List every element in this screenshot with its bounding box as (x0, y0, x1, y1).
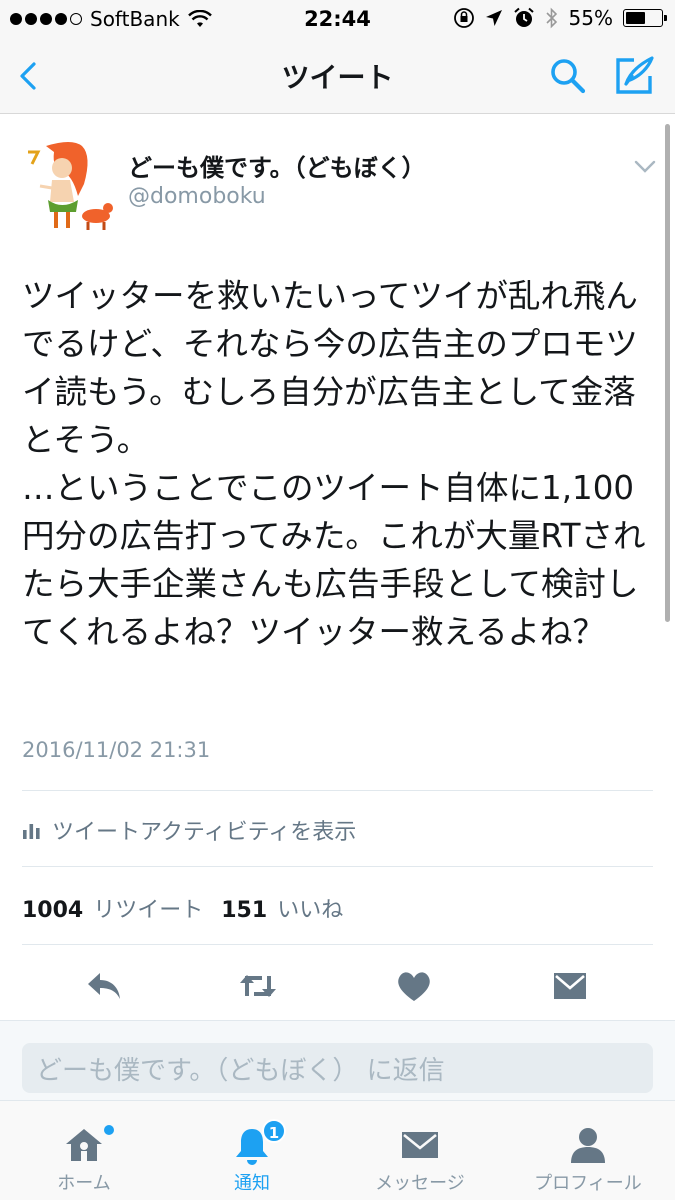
retweet-count[interactable]: 1004 (22, 898, 83, 923)
tweet-text: ツイッターを救いたいってツイが乱れ飛んでるけど、それなら今の広告主のプロモツイ読… (22, 277, 646, 651)
tab-home[interactable]: ホーム (0, 1101, 168, 1200)
like-label[interactable]: いいね (277, 892, 343, 924)
envelope-icon (402, 1132, 438, 1158)
activity-label: ツイートアクティビティを表示 (52, 820, 357, 845)
search-icon[interactable] (548, 56, 588, 96)
location-icon (485, 10, 502, 26)
like-heart-icon[interactable] (394, 969, 434, 1003)
chevron-down-icon[interactable] (634, 160, 656, 174)
tab-profile[interactable]: プロフィール (504, 1101, 672, 1200)
tab-label: プロフィール (534, 1173, 642, 1194)
divider (22, 866, 653, 867)
battery-icon (623, 9, 667, 27)
person-icon (571, 1128, 605, 1163)
user-display-name[interactable]: どーも僕です。（どもぼく） (128, 148, 426, 183)
tweet-activity-link[interactable]: ツイートアクティビティを表示 (22, 814, 356, 846)
reply-bar: どーも僕です。（どもぼく） に返信 (0, 1020, 675, 1100)
navigation-bar: ツイート (0, 38, 675, 114)
tab-label: 通知 (234, 1173, 270, 1194)
status-bar: SoftBank 22:44 55% (0, 0, 675, 38)
divider (22, 790, 653, 791)
retweet-icon[interactable] (238, 969, 278, 1003)
notification-badge: 1 (262, 1119, 286, 1143)
reply-input[interactable]: どーも僕です。（どもぼく） に返信 (22, 1043, 653, 1093)
bluetooth-icon (545, 7, 557, 29)
tab-bar: ホーム 1 通知 メッセージ プロフィール (0, 1100, 675, 1200)
like-count[interactable]: 151 (221, 898, 267, 923)
bar-chart-icon (23, 824, 40, 839)
share-envelope-icon[interactable] (550, 969, 590, 1003)
retweet-label[interactable]: リツイート (93, 892, 203, 924)
user-handle[interactable]: @domoboku (128, 184, 266, 209)
battery-percent: 55% (568, 6, 613, 30)
tab-messages[interactable]: メッセージ (336, 1101, 504, 1200)
scrollbar[interactable] (665, 124, 670, 622)
tweet-timestamp: 2016/11/02 21:31 (22, 738, 211, 762)
reply-icon[interactable] (84, 969, 124, 1003)
tweet-detail: どーも僕です。（どもぼく） @domoboku ツイッターを救いたいってツイが乱… (0, 114, 675, 1020)
alarm-icon (513, 7, 534, 27)
tab-label: ホーム (57, 1173, 111, 1194)
orientation-lock-icon (453, 8, 474, 28)
new-content-dot (104, 1125, 114, 1135)
compose-tweet-icon[interactable] (612, 54, 656, 98)
divider (22, 944, 653, 945)
tab-notifications[interactable]: 1 通知 (168, 1101, 336, 1200)
avatar[interactable] (22, 138, 116, 232)
home-icon (66, 1129, 102, 1161)
tweet-stats: 1004 リツイート 151 いいね (22, 892, 361, 924)
tab-label: メッセージ (375, 1173, 465, 1194)
